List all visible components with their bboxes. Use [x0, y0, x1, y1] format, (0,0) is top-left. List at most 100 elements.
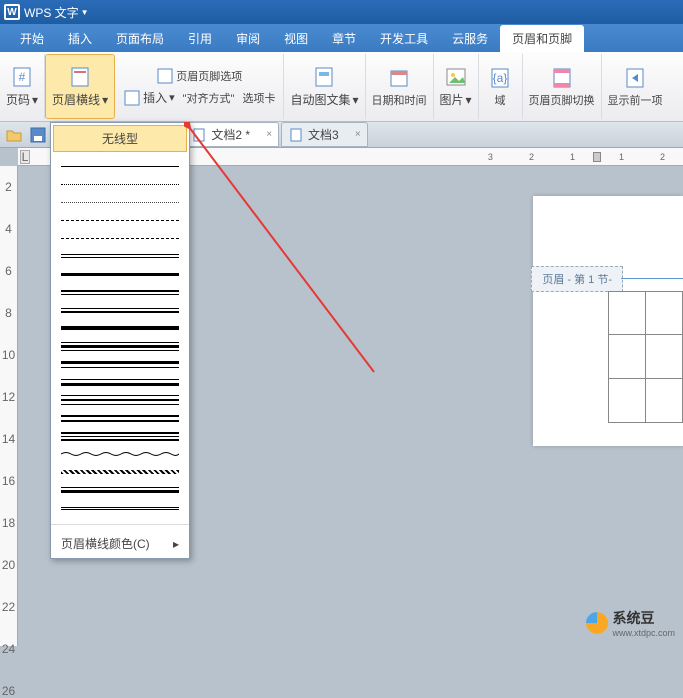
ribbon-datetime[interactable]: 日期和时间 [366, 54, 434, 119]
doc-icon [290, 128, 304, 142]
ribbon-autotext[interactable]: 自动图文集▾ [284, 54, 365, 119]
table-cell[interactable] [646, 292, 682, 334]
table-cell[interactable] [646, 335, 682, 378]
insert-icon [123, 89, 141, 107]
ribbon-insert[interactable]: 插入▾ [119, 87, 179, 109]
open-folder-icon[interactable] [5, 126, 23, 144]
ribbon-insert-label: 插入 [143, 89, 167, 106]
ruler-tab-icon[interactable]: L [20, 150, 30, 164]
line-style-option[interactable] [61, 216, 179, 224]
ruler-mark: 2 [529, 152, 534, 162]
title-dropdown-icon[interactable]: ▼ [81, 8, 89, 17]
line-style-option[interactable] [61, 396, 179, 404]
line-style-option[interactable] [61, 342, 179, 350]
line-style-option[interactable] [61, 324, 179, 332]
save-icon[interactable] [29, 126, 47, 144]
ribbon-field[interactable]: {a} 域 [479, 54, 523, 119]
tab-chapter[interactable]: 章节 [320, 25, 368, 52]
tab-cloud[interactable]: 云服务 [440, 25, 500, 52]
tab-review[interactable]: 审阅 [224, 25, 272, 52]
line-style-option[interactable] [61, 198, 179, 206]
line-style-option[interactable] [61, 252, 179, 260]
ribbon-hf-switch-label: 页眉页脚切换 [529, 92, 595, 108]
autotext-icon [312, 65, 336, 89]
tab-ref[interactable]: 引用 [176, 25, 224, 52]
chevron-down-icon: ▾ [102, 93, 108, 107]
ruler-mark: 1 [570, 152, 575, 162]
ribbon-header-line[interactable]: 页眉横线▾ [45, 54, 115, 119]
svg-text:{a}: {a} [493, 71, 508, 85]
ruler-mark: 2 [5, 180, 12, 194]
close-icon[interactable]: × [355, 129, 361, 140]
table[interactable] [608, 291, 683, 423]
ruler-mark: 1 [619, 152, 624, 162]
svg-text:#: # [19, 70, 26, 84]
tab-start[interactable]: 开始 [8, 25, 56, 52]
table-row[interactable] [608, 291, 683, 335]
line-style-option[interactable] [61, 306, 179, 314]
table-cell[interactable] [609, 379, 646, 422]
ruler-mark: 4 [5, 222, 12, 236]
close-icon[interactable]: × [266, 129, 272, 140]
chevron-down-icon: ▾ [32, 93, 38, 107]
ribbon-show-prev[interactable]: 显示前一项 [602, 54, 669, 119]
table-row[interactable] [608, 379, 683, 423]
field-icon: {a} [488, 66, 512, 90]
line-style-option[interactable] [61, 432, 179, 440]
line-style-option[interactable] [61, 486, 179, 494]
ribbon-show-prev-label: 显示前一项 [608, 92, 663, 108]
doctab-doc3-label: 文档3 [308, 126, 339, 143]
ribbon-hf-options[interactable]: 页眉页脚选项 [119, 65, 279, 87]
line-color-option[interactable]: 页眉横线颜色(C) ▸ [51, 529, 189, 558]
table-cell[interactable] [609, 335, 646, 378]
divider [51, 524, 189, 525]
page-number-icon: # [10, 65, 34, 89]
ribbon-hf-switch[interactable]: 页眉页脚切换 [523, 54, 602, 119]
watermark-logo-icon [586, 612, 608, 634]
table-cell[interactable] [609, 292, 646, 334]
ruler-mark: 20 [2, 558, 15, 572]
line-style-option[interactable] [61, 504, 179, 512]
table-cell[interactable] [646, 379, 682, 422]
tab-dev[interactable]: 开发工具 [368, 25, 440, 52]
tab-insert[interactable]: 插入 [56, 25, 104, 52]
ruler-mark: 2 [660, 152, 665, 162]
ribbon-datetime-label: 日期和时间 [372, 92, 427, 108]
ribbon-page-number-label: 页码 [6, 91, 30, 108]
watermark-name: 系统豆 [612, 608, 675, 628]
line-style-option[interactable] [61, 270, 179, 278]
doc-icon [193, 128, 207, 142]
line-style-option[interactable] [61, 162, 179, 170]
ribbon-autotext-label: 自动图文集 [290, 91, 350, 108]
line-style-option[interactable] [61, 288, 179, 296]
tab-view[interactable]: 视图 [272, 25, 320, 52]
ruler-mark: 22 [2, 600, 15, 614]
ribbon-tabs-label: 选项卡 [242, 90, 275, 106]
header-line-dropdown: 无线型 页眉横线颜色(C) ▸ [50, 122, 190, 559]
doctab-doc3[interactable]: 文档3 × [281, 122, 368, 147]
ribbon-tabs-option[interactable]: 选项卡 [238, 87, 279, 109]
ribbon-page-number[interactable]: # 页码▾ [0, 54, 45, 119]
tab-layout[interactable]: 页面布局 [104, 25, 176, 52]
hf-options-icon [156, 67, 174, 85]
ribbon-header-line-label: 页眉横线 [52, 91, 100, 108]
watermark-url: www.xtdpc.com [612, 628, 675, 638]
header-line-icon [68, 65, 92, 89]
tab-header-footer[interactable]: 页眉和页脚 [500, 25, 584, 52]
ruler-mark: 8 [5, 306, 12, 320]
line-style-none[interactable]: 无线型 [53, 125, 187, 152]
line-style-option[interactable] [61, 234, 179, 242]
ribbon-align[interactable]: "对齐方式" [179, 87, 239, 109]
line-style-option[interactable] [61, 180, 179, 188]
ribbon-picture[interactable]: 图片▾ [434, 54, 479, 119]
ruler-mark: 24 [2, 642, 15, 656]
line-style-option[interactable] [61, 360, 179, 368]
doctab-doc2[interactable]: 文档2 * × [184, 122, 279, 147]
line-style-option[interactable] [61, 378, 179, 386]
line-style-option[interactable] [61, 450, 179, 458]
ruler-indent-marker[interactable] [593, 152, 601, 162]
header-section-tag: 页眉 - 第 1 节- [531, 266, 623, 292]
line-style-option[interactable] [61, 468, 179, 476]
table-row[interactable] [608, 335, 683, 379]
line-style-option[interactable] [61, 414, 179, 422]
